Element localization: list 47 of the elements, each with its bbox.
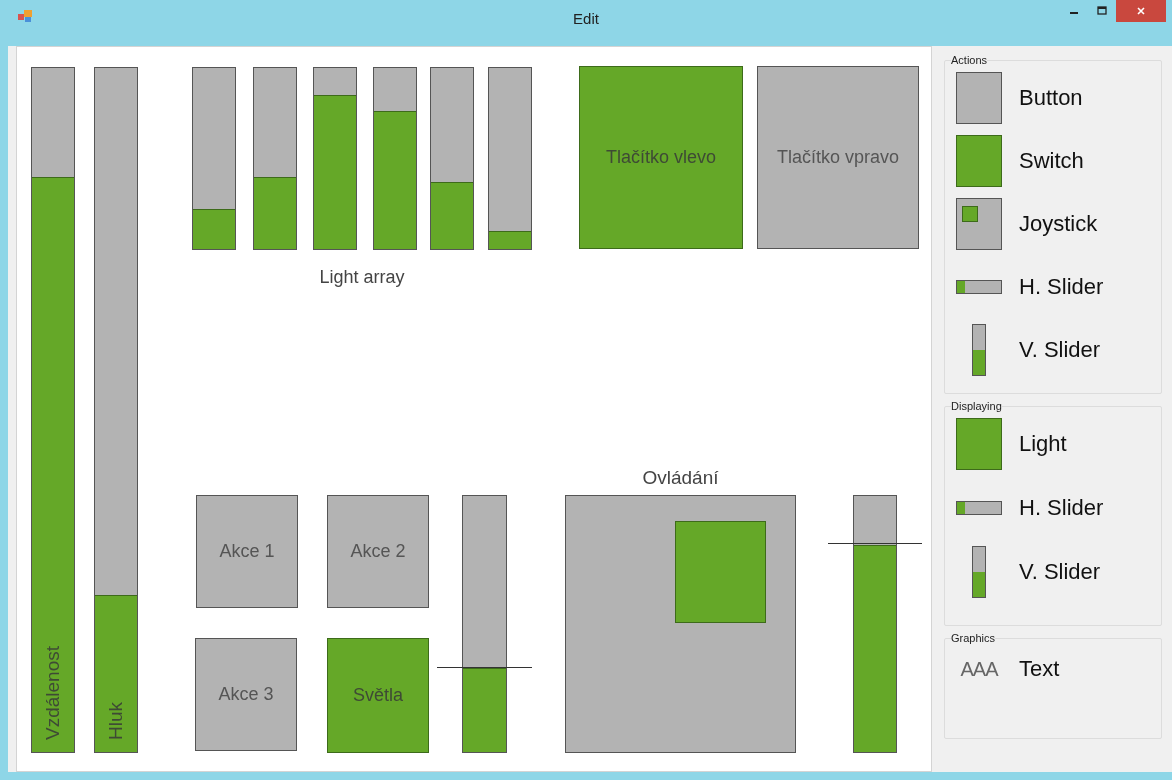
light-bar[interactable]: [373, 67, 417, 250]
app-icon: [18, 10, 32, 22]
light-bar[interactable]: [430, 67, 474, 250]
sample-text: AAA: [960, 657, 998, 681]
toolbox-item[interactable]: H. Slider: [1019, 495, 1104, 521]
toolbox-item[interactable]: Button: [1019, 84, 1083, 111]
bar-label: Hluk: [104, 702, 127, 740]
action-button[interactable]: Akce 3: [195, 638, 297, 751]
slider-track[interactable]: [462, 495, 507, 753]
horizontal-slider-icon: [956, 501, 1002, 515]
horizontal-slider-icon: [956, 279, 1002, 294]
toolbox-item[interactable]: V. Slider: [1019, 559, 1101, 585]
light-bar[interactable]: [192, 67, 236, 250]
group-title: Actions: [951, 54, 988, 66]
joystick-pad[interactable]: [565, 495, 796, 753]
light-bar[interactable]: [253, 67, 297, 250]
vertical-slider-icon: [972, 323, 986, 376]
toolbox-item[interactable]: Switch: [1019, 147, 1084, 174]
bar-label: Vzdálenost: [41, 646, 64, 740]
action-button[interactable]: Akce 2: [327, 495, 429, 608]
joystick-icon: [956, 197, 1002, 250]
toolbox-item[interactable]: V. Slider: [1019, 336, 1101, 363]
light-bar[interactable]: [488, 67, 532, 250]
array-label: Light array: [318, 267, 406, 288]
slider[interactable]: [437, 495, 532, 753]
toolbox-item[interactable]: Joystick: [1019, 210, 1098, 237]
group-title: Displaying: [951, 400, 1002, 412]
group-title: Graphics: [951, 632, 996, 644]
joystick-knob[interactable]: [675, 521, 766, 623]
slider-track[interactable]: [853, 495, 897, 753]
toolbox-item[interactable]: Text: [1019, 656, 1060, 682]
light-icon: [956, 418, 1002, 470]
joystick-label: Ovládání: [641, 467, 720, 490]
maximize-icon: [1097, 6, 1107, 16]
close-icon: [1136, 6, 1146, 16]
light-bar[interactable]: [313, 67, 357, 250]
toolbox-item[interactable]: H. Slider: [1019, 273, 1104, 300]
button-icon: [956, 71, 1002, 124]
window-title: Edit: [572, 10, 600, 27]
slider[interactable]: [828, 495, 922, 753]
vertical-slider-icon: [972, 546, 986, 598]
slider-handle[interactable]: [437, 666, 532, 668]
action-button[interactable]: Akce 1: [196, 495, 298, 608]
switch-icon: [956, 134, 1002, 187]
slider-handle[interactable]: [828, 543, 922, 545]
toolbox-item[interactable]: Light: [1019, 431, 1067, 457]
action-button[interactable]: Tlačítko vpravo: [757, 66, 919, 249]
